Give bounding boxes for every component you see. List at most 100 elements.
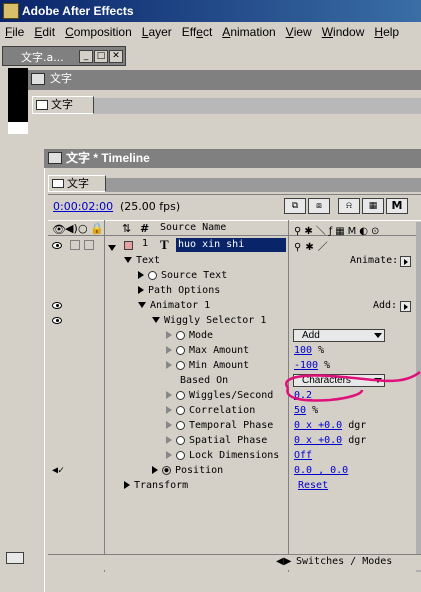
video-switch-icon: 👁: [52, 223, 66, 236]
motion-blur-button[interactable]: M: [386, 198, 408, 214]
temporal-phase-value[interactable]: 0 x +0.0: [294, 420, 342, 431]
stopwatch-icon[interactable]: [176, 330, 185, 340]
text-layer-icon: T: [160, 237, 169, 252]
property-text: Text: [136, 255, 161, 266]
timeline-icon: [48, 152, 62, 164]
audio-toggle[interactable]: [70, 240, 80, 250]
animate-menu-button[interactable]: [400, 255, 411, 267]
stopwatch-icon[interactable]: ●: [162, 465, 171, 475]
project-window-titlebar[interactable]: 文字.a... _ □ ✕: [2, 46, 126, 66]
current-time-display[interactable]: 0:00:02:00: [53, 200, 113, 213]
collapsed-triangle-icon[interactable]: [152, 466, 158, 474]
stopwatch-icon[interactable]: [176, 450, 185, 460]
timeline-tab-label: 文字: [67, 177, 89, 190]
menu-item-help[interactable]: Help: [369, 22, 404, 42]
add-label: Add:: [373, 300, 398, 311]
collapsed-triangle-icon[interactable]: [138, 286, 144, 294]
tab-composition[interactable]: 文字: [32, 96, 94, 114]
property-min-amount: Min Amount: [189, 360, 250, 371]
close-button[interactable]: ✕: [109, 50, 123, 63]
property-animator: Animator 1: [150, 300, 211, 311]
property-spatial-phase: Spatial Phase: [189, 435, 268, 446]
property-mode: Mode: [189, 330, 214, 341]
composition-tab-bar: [94, 98, 421, 114]
position-value[interactable]: 0.0 , 0.0: [294, 465, 348, 476]
layer-switches-icons[interactable]: ⚲✱／: [294, 238, 332, 253]
temporal-phase-unit: dgr: [348, 420, 367, 431]
menu-item-composition[interactable]: Composition: [60, 22, 137, 42]
switches-modes-toggle[interactable]: Switches / Modes: [296, 556, 392, 567]
stopwatch-icon[interactable]: [176, 360, 185, 370]
property-row-max-amount: Max Amount 100 %: [48, 343, 421, 358]
solo-toggle[interactable]: [84, 240, 94, 250]
timeline-titlebar[interactable]: 文字 * Timeline: [44, 149, 421, 168]
stopwatch-icon[interactable]: [176, 390, 185, 400]
eye-icon[interactable]: [52, 242, 62, 249]
property-wiggles-per-second: Wiggles/Second: [189, 390, 274, 401]
property-position: Position: [175, 465, 224, 476]
layer-number: 1: [142, 238, 149, 249]
layer-name[interactable]: huo xin shi dai...: [176, 238, 286, 252]
chevron-down-icon: [374, 333, 382, 338]
project-panel: [0, 66, 28, 592]
stopwatch-icon[interactable]: [148, 270, 157, 280]
expand-triangle-icon[interactable]: [124, 257, 132, 263]
composition-tab-label: 文字: [51, 98, 73, 111]
spatial-phase-value[interactable]: 0 x +0.0: [294, 435, 342, 446]
menu-item-animation[interactable]: Animation: [217, 22, 280, 42]
project-bottom-bar: [0, 548, 44, 592]
menu-item-file[interactable]: File: [0, 22, 29, 42]
property-temporal-phase: Temporal Phase: [189, 420, 274, 431]
menu-item-layer[interactable]: Layer: [137, 22, 177, 42]
property-path-options: Path Options: [148, 285, 221, 296]
disabled-triangle-icon: [166, 361, 172, 369]
composition-window-title: 文字: [50, 72, 72, 85]
disabled-triangle-icon: [166, 421, 172, 429]
expand-collapse-arrows-icon[interactable]: ◀▶: [276, 556, 291, 567]
stopwatch-icon[interactable]: [176, 420, 185, 430]
frame-blending-button[interactable]: ▦: [362, 198, 384, 214]
collapsed-triangle-icon[interactable]: [124, 481, 130, 489]
maximize-button[interactable]: □: [94, 50, 108, 63]
timeline-title: 文字 * Timeline: [66, 151, 150, 165]
stopwatch-icon[interactable]: [176, 345, 185, 355]
menu-item-effect[interactable]: Effect: [177, 22, 218, 42]
expand-triangle-icon[interactable]: [138, 302, 146, 308]
comp-flowchart-button[interactable]: ⧈: [308, 198, 330, 214]
timeline-tab-bar: [106, 178, 421, 192]
timeline-tab-icon: [52, 179, 64, 188]
collapsed-triangle-icon[interactable]: [138, 271, 144, 279]
reset-link[interactable]: Reset: [298, 478, 328, 493]
find-icon[interactable]: [6, 552, 24, 564]
keyframe-nav-icon[interactable]: ◀✓: [52, 463, 64, 478]
comp-marker-button[interactable]: ⧉: [284, 198, 306, 214]
property-lock-dimensions: Lock Dimensions: [189, 450, 280, 461]
mode-dropdown[interactable]: Add: [293, 329, 385, 342]
disabled-triangle-icon: [166, 406, 172, 414]
property-row-mode: Mode Add: [48, 328, 421, 343]
stopwatch-icon[interactable]: [176, 405, 185, 415]
max-amount-value[interactable]: 100: [294, 345, 312, 356]
add-menu-button[interactable]: [400, 300, 411, 312]
composition-window-titlebar[interactable]: 文字: [28, 70, 421, 90]
tab-timeline[interactable]: 文字: [48, 175, 106, 192]
minimize-button[interactable]: _: [79, 50, 93, 63]
label-color-swatch[interactable]: [124, 241, 133, 250]
menu-item-edit[interactable]: Edit: [29, 22, 60, 42]
property-row-temporal-phase: Temporal Phase 0 x +0.0 dgr: [48, 418, 421, 433]
eye-icon[interactable]: [52, 317, 62, 324]
column-number: #: [140, 222, 150, 235]
property-row-lock-dimensions: Lock Dimensions Off: [48, 448, 421, 463]
lock-switch-icon: 🔒: [90, 222, 104, 235]
menu-bar: File Edit Composition Layer Effect Animation V…: [0, 22, 421, 42]
property-source-text: Source Text: [161, 270, 228, 281]
menu-item-view[interactable]: View: [281, 22, 317, 42]
lock-dimensions-value[interactable]: Off: [294, 450, 312, 461]
menu-item-window[interactable]: Window: [317, 22, 370, 42]
expand-triangle-icon[interactable]: [152, 317, 160, 323]
stopwatch-icon[interactable]: [176, 435, 185, 445]
shy-layers-button[interactable]: ⍾: [338, 198, 360, 214]
project-preview-white: [8, 122, 28, 134]
label-column-icon: ⇅: [122, 222, 132, 235]
eye-icon[interactable]: [52, 302, 62, 309]
